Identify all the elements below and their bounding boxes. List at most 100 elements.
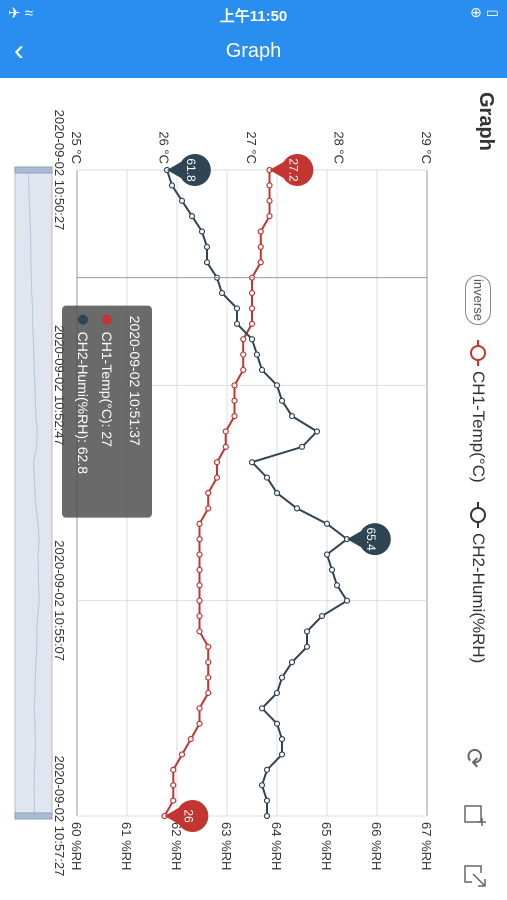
- humi-point: [333, 582, 341, 589]
- humi-point: [233, 320, 241, 327]
- temp-point: [240, 366, 247, 374]
- humi-point: [218, 289, 226, 297]
- humi-point: [318, 612, 326, 620]
- battery-icons: ⊕ ▭: [470, 4, 499, 20]
- humi-point: [293, 505, 301, 512]
- y-left-tick-label: 26 °C: [157, 131, 172, 164]
- temp-point: [213, 459, 221, 466]
- humi-point: [263, 766, 271, 773]
- y-right-tick-label: 67 %RH: [419, 822, 434, 870]
- tooltip-dot: [78, 314, 88, 325]
- temp-point: [170, 797, 177, 804]
- tooltip: 2020-09-02 10:51:37 CH1-Temp(°C): 27 CH2-H…: [62, 277, 427, 518]
- temp-point: [196, 705, 203, 712]
- y-right-tick-label: 63 %RH: [219, 822, 234, 870]
- humi-max-marker-label: 65.4: [364, 527, 378, 551]
- humi-point: [298, 443, 306, 450]
- x-tick-label: 2020-09-02 10:57:27: [52, 756, 67, 877]
- y-right-tick-label: 65 %RH: [319, 822, 334, 870]
- temp-point: [205, 659, 212, 666]
- y-right-tick-label: 61 %RH: [119, 822, 134, 870]
- temp-point: [196, 612, 203, 620]
- temp-point: [196, 520, 203, 527]
- temp-point: [170, 782, 177, 789]
- nav-bar: ‹ Graph: [0, 28, 507, 78]
- humi-point: [258, 705, 266, 712]
- temp-point: [196, 536, 203, 543]
- humi-point: [178, 197, 186, 204]
- temp-point: [248, 305, 256, 312]
- zoom-handle: [14, 812, 53, 820]
- humi-point: [203, 243, 211, 251]
- rotated-graph-panel: Graph inverse CH1-Temp(°C) CH2-Humi(%RH)…: [0, 78, 507, 900]
- humi-point: [263, 797, 271, 804]
- zoom-handle: [14, 166, 53, 174]
- temp-point: [257, 228, 264, 235]
- temp-point: [231, 412, 238, 420]
- temp-point: [257, 243, 264, 251]
- line-chart[interactable]: 2020-09-02 10:50:272020-09-02 10:52:4720…: [0, 78, 507, 900]
- temp-point: [266, 197, 273, 204]
- humi-point: [263, 812, 271, 820]
- temp-point: [196, 597, 203, 604]
- temp-point: [205, 674, 212, 681]
- temp-point: [213, 474, 221, 481]
- series-points: [161, 166, 351, 820]
- humi-point: [273, 489, 281, 497]
- temp-point: [205, 689, 212, 697]
- humi-point: [288, 659, 296, 666]
- temp-point: [196, 566, 203, 574]
- humi-point: [258, 366, 266, 374]
- temp-point: [178, 751, 186, 758]
- temp-point: [240, 351, 247, 358]
- humi-point: [323, 520, 331, 527]
- humi-max-marker: 65.4: [347, 523, 391, 556]
- humi-point: [343, 597, 351, 604]
- y-right-tick-label: 66 %RH: [369, 822, 384, 870]
- y-left-tick-label: 29 °C: [419, 131, 434, 164]
- humi-point: [278, 751, 286, 758]
- y-right-tick-label: 60 %RH: [69, 822, 84, 870]
- tooltip-row: CH1-Temp(°C): 27: [99, 332, 115, 448]
- humi-point: [328, 566, 336, 574]
- temp-max-marker-label: 27.2: [287, 158, 301, 182]
- humi-point: [273, 382, 281, 389]
- humi-point: [323, 551, 331, 558]
- tooltip-row: CH2-Humi(%RH): 62.8: [75, 332, 91, 475]
- humi-point: [188, 213, 196, 220]
- temp-point: [196, 628, 203, 635]
- y-left-tick-label: 28 °C: [332, 131, 347, 164]
- temp-point: [187, 735, 194, 743]
- humi-point: [273, 720, 281, 727]
- temp-point: [196, 720, 203, 727]
- temp-point: [196, 582, 203, 589]
- temp-point: [257, 259, 264, 266]
- humi-point: [168, 182, 176, 189]
- graph-content: Graph inverse CH1-Temp(°C) CH2-Humi(%RH)…: [0, 78, 507, 900]
- nav-title: Graph: [225, 40, 282, 62]
- temp-point: [222, 428, 229, 435]
- temp-point: [231, 382, 238, 389]
- humi-point: [278, 397, 286, 404]
- tooltip-dot: [102, 314, 112, 325]
- humi-point: [248, 336, 256, 343]
- temp-point: [205, 505, 212, 512]
- temp-point: [248, 320, 256, 327]
- humi-point: [303, 643, 311, 650]
- tooltip-time: 2020-09-02 10:51:37: [127, 316, 143, 446]
- humi-point: [258, 782, 266, 789]
- humi-point: [253, 351, 261, 358]
- x-tick-label: 2020-09-02 10:50:27: [52, 110, 67, 231]
- data-zoom-slider[interactable]: [14, 166, 53, 820]
- humi-point: [248, 459, 256, 466]
- status-bar: ✈ ≈ 上午11:50 ⊕ ▭: [0, 0, 507, 28]
- humi-point: [303, 628, 311, 635]
- temp-point: [231, 397, 238, 404]
- temp-point: [248, 289, 256, 297]
- y-right-tick-label: 64 %RH: [269, 822, 284, 870]
- status-time: 上午11:50: [219, 8, 288, 25]
- humi-point: [278, 674, 286, 681]
- humi-point: [278, 735, 286, 743]
- temp-min-marker-label: 26: [182, 809, 196, 823]
- temp-point: [196, 551, 203, 558]
